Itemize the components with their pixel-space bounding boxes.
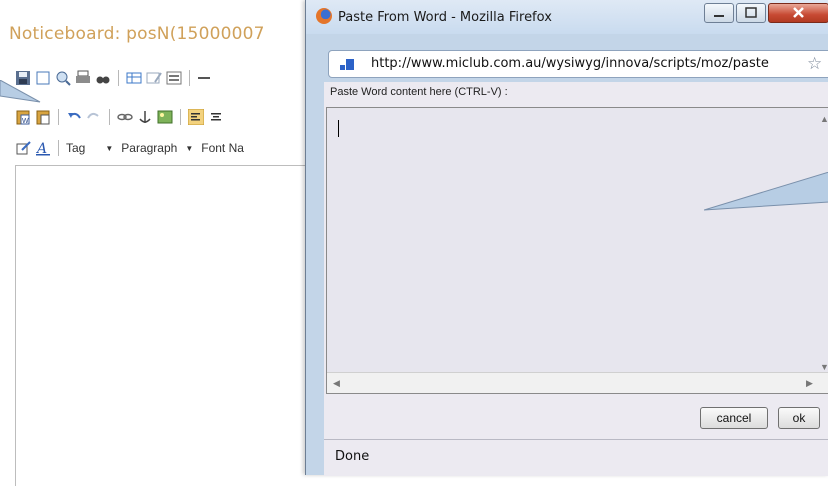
align-left-icon[interactable] — [187, 108, 205, 126]
window-titlebar[interactable]: Paste From Word - Mozilla Firefox — [306, 0, 828, 34]
editor-content-area[interactable] — [15, 165, 306, 486]
image-icon[interactable] — [157, 109, 173, 125]
align-center-icon[interactable] — [208, 109, 224, 125]
font-name-select[interactable]: Font Na — [201, 139, 248, 157]
link-icon[interactable] — [117, 109, 133, 125]
ok-button[interactable]: ok — [778, 407, 820, 429]
scroll-down-arrow-icon[interactable]: ▼ — [820, 362, 828, 372]
edit-style-icon[interactable] — [15, 140, 31, 156]
minimize-icon — [714, 15, 724, 17]
dropdown-arrow-icon: ▼ — [185, 143, 194, 153]
paste-input[interactable] — [326, 107, 828, 394]
horizontal-scrollbar[interactable]: ◀ ▶ — [327, 372, 828, 393]
paste-from-word-window: Paste From Word - Mozilla Firefox http:/… — [305, 0, 828, 476]
undo-icon[interactable] — [66, 109, 82, 125]
maximize-button[interactable] — [736, 3, 766, 23]
font-style-icon[interactable]: A — [35, 140, 51, 157]
toolbar-separator — [180, 109, 181, 125]
print-icon[interactable] — [75, 70, 91, 86]
toolbar-separator — [58, 140, 59, 156]
table-edit-icon[interactable] — [146, 70, 162, 86]
dialog-content: Paste Word content here (CTRL-V) : ▲ ▼ ◀… — [324, 82, 828, 475]
url-text: http://www.miclub.com.au/wysiwyg/innova/… — [371, 56, 769, 71]
svg-text:A: A — [35, 141, 47, 156]
horizontal-line-icon[interactable] — [197, 70, 213, 86]
close-button[interactable] — [768, 3, 828, 23]
dropdown-arrow-icon: ▼ — [105, 143, 114, 153]
toolbar-separator — [189, 70, 190, 86]
toolbar-separator — [118, 70, 119, 86]
text-caret — [338, 120, 339, 137]
form-icon[interactable] — [166, 70, 182, 86]
scroll-left-arrow-icon[interactable]: ◀ — [333, 378, 340, 389]
scroll-right-arrow-icon[interactable]: ▶ — [806, 378, 813, 389]
redo-icon[interactable] — [86, 109, 102, 125]
address-bar[interactable]: http://www.miclub.com.au/wysiwyg/innova/… — [328, 50, 828, 78]
minimize-button[interactable] — [704, 3, 734, 23]
close-icon — [793, 7, 804, 18]
toolbar-separator — [109, 109, 110, 125]
window-title: Paste From Word - Mozilla Firefox — [338, 10, 552, 25]
table-icon[interactable] — [126, 70, 142, 86]
find-icon[interactable] — [95, 70, 111, 86]
tag-select[interactable]: Tag ▼ — [66, 139, 117, 157]
paste-label: Paste Word content here (CTRL-V) : — [330, 86, 508, 98]
callout-pointer-left — [0, 80, 41, 103]
paragraph-select[interactable]: Paragraph ▼ — [121, 139, 197, 157]
anchor-icon[interactable] — [137, 109, 153, 125]
maximize-icon — [745, 7, 757, 18]
callout-pointer-right — [704, 172, 828, 211]
firefox-icon — [316, 8, 332, 24]
page-title: Noticeboard: posN(15000007 — [9, 24, 265, 44]
cancel-button[interactable]: cancel — [700, 407, 768, 429]
status-bar: Done — [324, 439, 828, 476]
scroll-up-arrow-icon[interactable]: ▲ — [820, 114, 828, 124]
status-text: Done — [335, 449, 370, 464]
site-icon — [340, 59, 354, 70]
bookmark-star-icon[interactable]: ☆ — [807, 54, 822, 74]
